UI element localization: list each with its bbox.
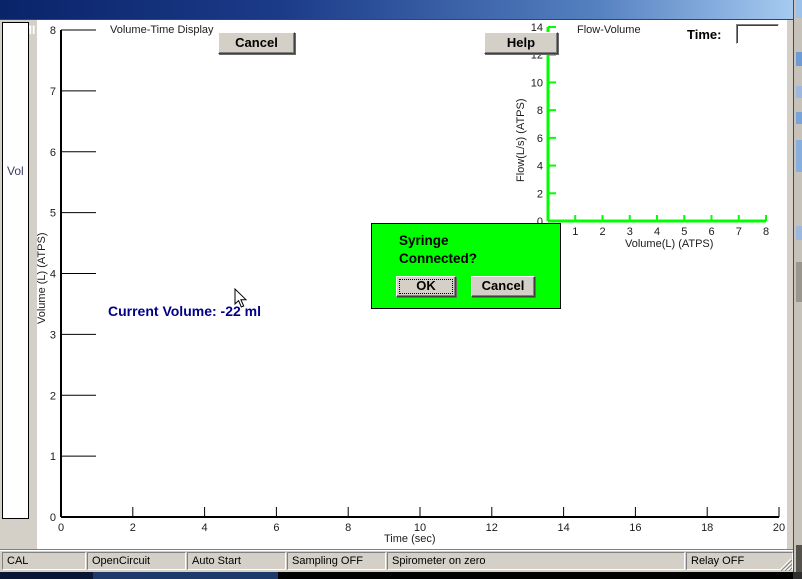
- syringe-dialog: Syringe Connected? OK Cancel: [371, 223, 561, 309]
- dialog-message: Syringe Connected?: [399, 232, 477, 268]
- fv-x-axis-label: Volume(L) (ATPS): [625, 238, 713, 250]
- mouse-cursor-icon: [234, 288, 248, 309]
- left-sidebar-panel: Vol: [2, 22, 29, 519]
- status-panel-sampling: Sampling OFF: [287, 552, 386, 570]
- vt-x-axis-label: Time (sec): [384, 533, 436, 545]
- statusbar: CAL OpenCircuit Auto Start Sampling OFF …: [0, 549, 793, 572]
- resize-grip-icon[interactable]: [779, 558, 792, 571]
- application-window: { "titlebar": { "title": "OMI Spirometry…: [0, 0, 802, 579]
- status-panel-spirometer: Spirometer on zero: [387, 552, 685, 570]
- cancel-button[interactable]: Cancel: [218, 32, 295, 54]
- vt-chart-title: Volume-Time Display: [110, 24, 214, 36]
- ok-button[interactable]: OK: [396, 276, 456, 297]
- status-panel-autostart: Auto Start: [187, 552, 286, 570]
- dialog-cancel-button[interactable]: Cancel: [471, 276, 535, 297]
- right-edge-window-strip: [793, 0, 802, 579]
- fv-y-axis-label: Flow(L/s) (ATPS): [515, 90, 527, 190]
- vol-label: Vol: [7, 164, 24, 178]
- time-label: Time:: [687, 27, 721, 42]
- fv-chart-title: Flow-Volume: [577, 24, 641, 36]
- status-panel-circuit: OpenCircuit: [87, 552, 186, 570]
- titlebar[interactable]: OMI Spirometry Main Program - Version 5.…: [0, 0, 793, 20]
- vt-y-axis-label: Volume (L) (ATPS): [36, 208, 48, 348]
- time-input[interactable]: [736, 24, 779, 44]
- bottom-taskbar-strip: [0, 572, 802, 579]
- status-panel-cal: CAL: [2, 552, 86, 570]
- status-panel-relay: Relay OFF: [686, 552, 793, 570]
- help-button[interactable]: Help: [484, 32, 558, 54]
